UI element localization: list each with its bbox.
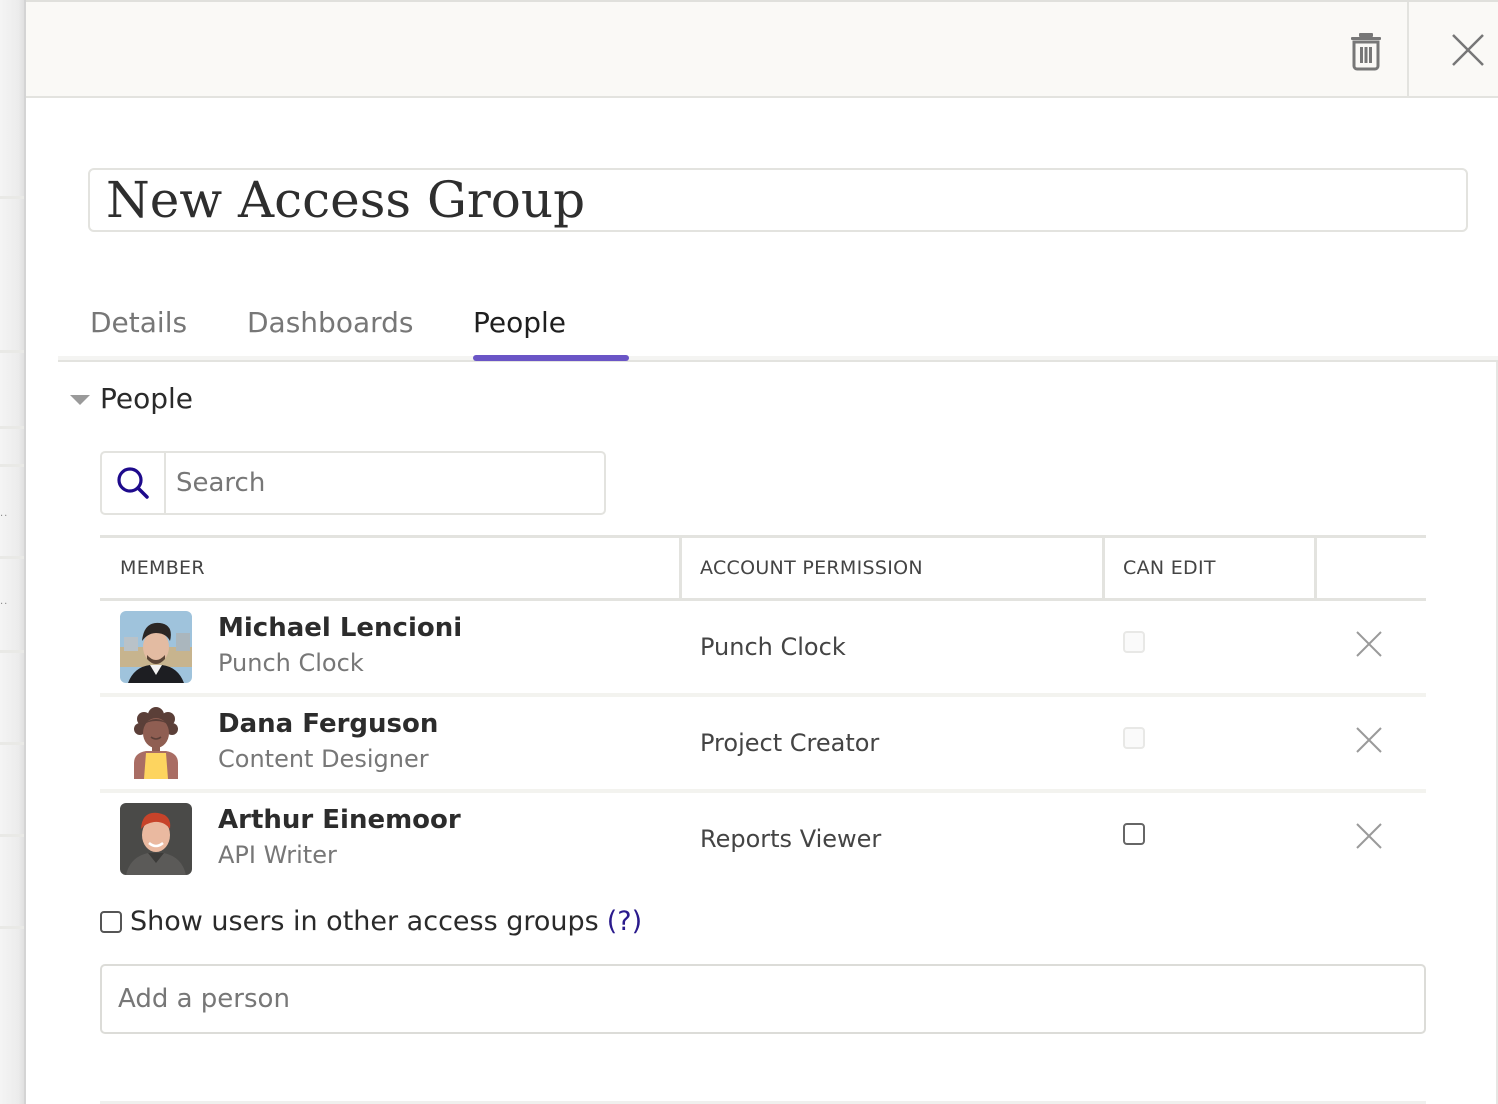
can-edit-checkbox[interactable] bbox=[1123, 631, 1145, 653]
tab-details[interactable]: Details bbox=[90, 306, 187, 339]
show-other-groups-checkbox[interactable] bbox=[100, 910, 122, 933]
column-header-member: MEMBER bbox=[120, 557, 205, 579]
divider bbox=[0, 426, 24, 429]
column-header-can-edit: CAN EDIT bbox=[1123, 557, 1216, 579]
can-edit-checkbox[interactable] bbox=[1123, 823, 1145, 845]
access-group-panel: Details Dashboards People People MEMBER … bbox=[24, 0, 1498, 1104]
account-permission: Project Creator bbox=[700, 729, 880, 757]
divider bbox=[0, 650, 24, 653]
column-divider bbox=[1314, 538, 1317, 598]
ellipsis-icon: ·· bbox=[0, 599, 9, 610]
divider bbox=[0, 926, 24, 929]
member-role: API Writer bbox=[218, 841, 337, 869]
avatar-illustration-icon bbox=[120, 707, 192, 779]
can-edit-checkbox[interactable] bbox=[1123, 727, 1145, 749]
member-role: Content Designer bbox=[218, 745, 429, 773]
divider bbox=[0, 464, 24, 467]
table-row: Arthur Einemoor API Writer Reports Viewe… bbox=[100, 793, 1426, 889]
member-name: Dana Ferguson bbox=[218, 709, 439, 739]
members-table: MEMBER ACCOUNT PERMISSION CAN EDIT Micha… bbox=[100, 535, 1426, 889]
divider bbox=[0, 196, 24, 199]
divider bbox=[0, 742, 24, 745]
panel-header bbox=[26, 0, 1498, 98]
member-role: Punch Clock bbox=[218, 649, 364, 677]
search-icon bbox=[117, 467, 149, 499]
account-permission: Punch Clock bbox=[700, 633, 846, 661]
search-input[interactable] bbox=[166, 453, 604, 513]
delete-button[interactable] bbox=[1344, 26, 1388, 76]
header-divider bbox=[1407, 2, 1409, 98]
member-name: Arthur Einemoor bbox=[218, 805, 461, 835]
close-icon bbox=[1356, 823, 1382, 849]
account-permission: Reports Viewer bbox=[700, 825, 882, 853]
column-divider bbox=[679, 538, 682, 598]
close-icon bbox=[1356, 727, 1382, 753]
close-icon bbox=[1452, 34, 1484, 66]
group-name-input[interactable] bbox=[88, 168, 1468, 232]
tab-bar: Details Dashboards People bbox=[58, 300, 1498, 362]
table-row: Dana Ferguson Content Designer Project C… bbox=[100, 697, 1426, 793]
column-header-account-permission: ACCOUNT PERMISSION bbox=[700, 557, 923, 579]
show-other-groups-option: Show users in other access groups (?) bbox=[100, 906, 642, 937]
show-other-groups-label[interactable]: Show users in other access groups bbox=[130, 906, 599, 937]
trash-icon bbox=[1351, 33, 1381, 71]
background-page: ·· ·· bbox=[0, 0, 26, 1104]
close-button[interactable] bbox=[1446, 28, 1490, 72]
column-divider bbox=[1102, 538, 1105, 598]
divider bbox=[0, 350, 24, 353]
tab-rail bbox=[58, 356, 1498, 362]
active-tab-indicator bbox=[473, 355, 629, 361]
tab-people[interactable]: People bbox=[473, 306, 566, 339]
avatar bbox=[120, 803, 192, 875]
tab-dashboards[interactable]: Dashboards bbox=[247, 306, 414, 339]
ellipsis-icon: ·· bbox=[0, 511, 9, 522]
remove-member-button[interactable] bbox=[1354, 725, 1384, 755]
divider bbox=[0, 834, 24, 837]
avatar bbox=[120, 611, 192, 683]
avatar-photo-icon bbox=[120, 803, 192, 875]
divider bbox=[0, 556, 24, 559]
remove-member-button[interactable] bbox=[1354, 629, 1384, 659]
section-title: People bbox=[100, 382, 194, 415]
search-field bbox=[100, 451, 606, 515]
help-link[interactable]: (?) bbox=[607, 906, 642, 937]
close-icon bbox=[1356, 631, 1382, 657]
people-section-toggle[interactable]: People bbox=[70, 382, 193, 415]
remove-member-button[interactable] bbox=[1354, 821, 1384, 851]
caret-down-icon bbox=[70, 394, 90, 405]
member-name: Michael Lencioni bbox=[218, 613, 463, 643]
table-header: MEMBER ACCOUNT PERMISSION CAN EDIT bbox=[100, 535, 1426, 601]
avatar bbox=[120, 707, 192, 779]
table-row: Michael Lencioni Punch Clock Punch Clock bbox=[100, 601, 1426, 697]
avatar-photo-icon bbox=[120, 611, 192, 683]
search-button[interactable] bbox=[102, 453, 166, 513]
add-person-input[interactable] bbox=[100, 964, 1426, 1034]
